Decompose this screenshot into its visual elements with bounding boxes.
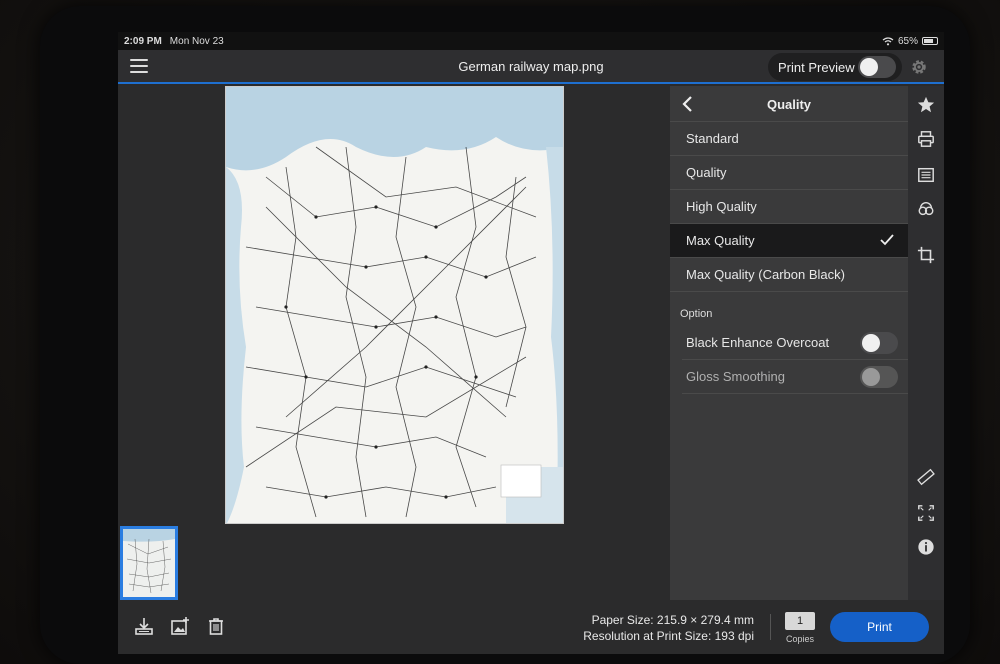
print-preview-label: Print Preview (778, 59, 855, 75)
checkmark-icon (880, 234, 894, 246)
option-label: Max Quality (686, 233, 755, 248)
paper-size-text: Paper Size: 215.9 × 279.4 mm (591, 613, 754, 627)
resolution-text: Resolution at Print Size: 193 dpi (583, 629, 754, 643)
color-adjust-icon[interactable] (917, 200, 935, 218)
right-tool-rail (908, 86, 944, 600)
status-bar: 2:09 PM Mon Nov 23 65% (118, 32, 944, 50)
print-button[interactable]: Print (830, 612, 929, 642)
crop-icon[interactable] (917, 246, 935, 264)
battery-percent: 65% (897, 35, 918, 47)
ruler-icon[interactable] (917, 468, 935, 486)
quality-option-max-quality[interactable]: Max Quality (670, 224, 908, 258)
page-thumbnail[interactable] (120, 526, 178, 600)
bottom-bar: Paper Size: 215.9 × 279.4 mm Resolution … (118, 600, 944, 654)
black-enhance-overcoat-toggle[interactable] (860, 332, 898, 354)
gloss-smoothing-row: Gloss Smoothing (682, 360, 908, 394)
bottom-divider (770, 614, 771, 640)
print-preview-control: Print Preview (768, 53, 902, 81)
copies-input[interactable]: 1 (785, 612, 815, 630)
quality-option-high-quality[interactable]: High Quality (670, 190, 908, 224)
option-label: Standard (686, 131, 739, 146)
status-date: Mon Nov 23 (169, 35, 224, 47)
option-label: Max Quality (Carbon Black) (686, 267, 845, 282)
gear-icon[interactable] (910, 58, 928, 76)
fit-screen-icon[interactable] (917, 504, 935, 522)
panel-title: Quality (766, 97, 812, 112)
quality-option-standard[interactable]: Standard (670, 122, 908, 156)
gloss-smoothing-toggle[interactable] (860, 366, 898, 388)
add-photo-icon[interactable] (170, 616, 190, 636)
star-icon[interactable] (917, 96, 935, 114)
trash-icon[interactable] (206, 616, 226, 636)
copies-label: Copies (785, 634, 814, 644)
map-preview-page (225, 86, 564, 524)
option-label: Quality (686, 165, 727, 180)
print-preview-toggle[interactable] (858, 56, 896, 78)
thumbnail-image (123, 529, 175, 597)
railway-map-image (226, 87, 563, 523)
wifi-icon (882, 36, 894, 45)
option-section-label: Option (680, 308, 713, 320)
status-right: 65% (882, 36, 938, 47)
panel-header: Quality (670, 86, 908, 122)
switch-label: Black Enhance Overcoat (686, 335, 830, 350)
switch-label: Gloss Smoothing (686, 369, 785, 384)
layout-list-icon[interactable] (917, 166, 935, 184)
preview-area (118, 86, 670, 600)
battery-icon (922, 37, 938, 45)
app-bar: German railway map.png Print Preview (118, 50, 944, 84)
quality-option-max-quality-carbon-black[interactable]: Max Quality (Carbon Black) (670, 258, 908, 292)
tablet-screen: 2:09 PM Mon Nov 23 65% German railway ma… (118, 32, 944, 654)
quality-panel: Quality Standard Quality High Quality Ma… (670, 86, 908, 600)
quality-option-quality[interactable]: Quality (670, 156, 908, 190)
printer-icon[interactable] (917, 130, 935, 148)
status-time: 2:09 PM (124, 35, 162, 47)
option-label: High Quality (686, 199, 757, 214)
print-info: Paper Size: 215.9 × 279.4 mm Resolution … (583, 612, 754, 644)
info-icon[interactable] (917, 538, 935, 556)
black-enhance-overcoat-row: Black Enhance Overcoat (682, 326, 908, 360)
save-to-device-icon[interactable] (134, 616, 154, 636)
